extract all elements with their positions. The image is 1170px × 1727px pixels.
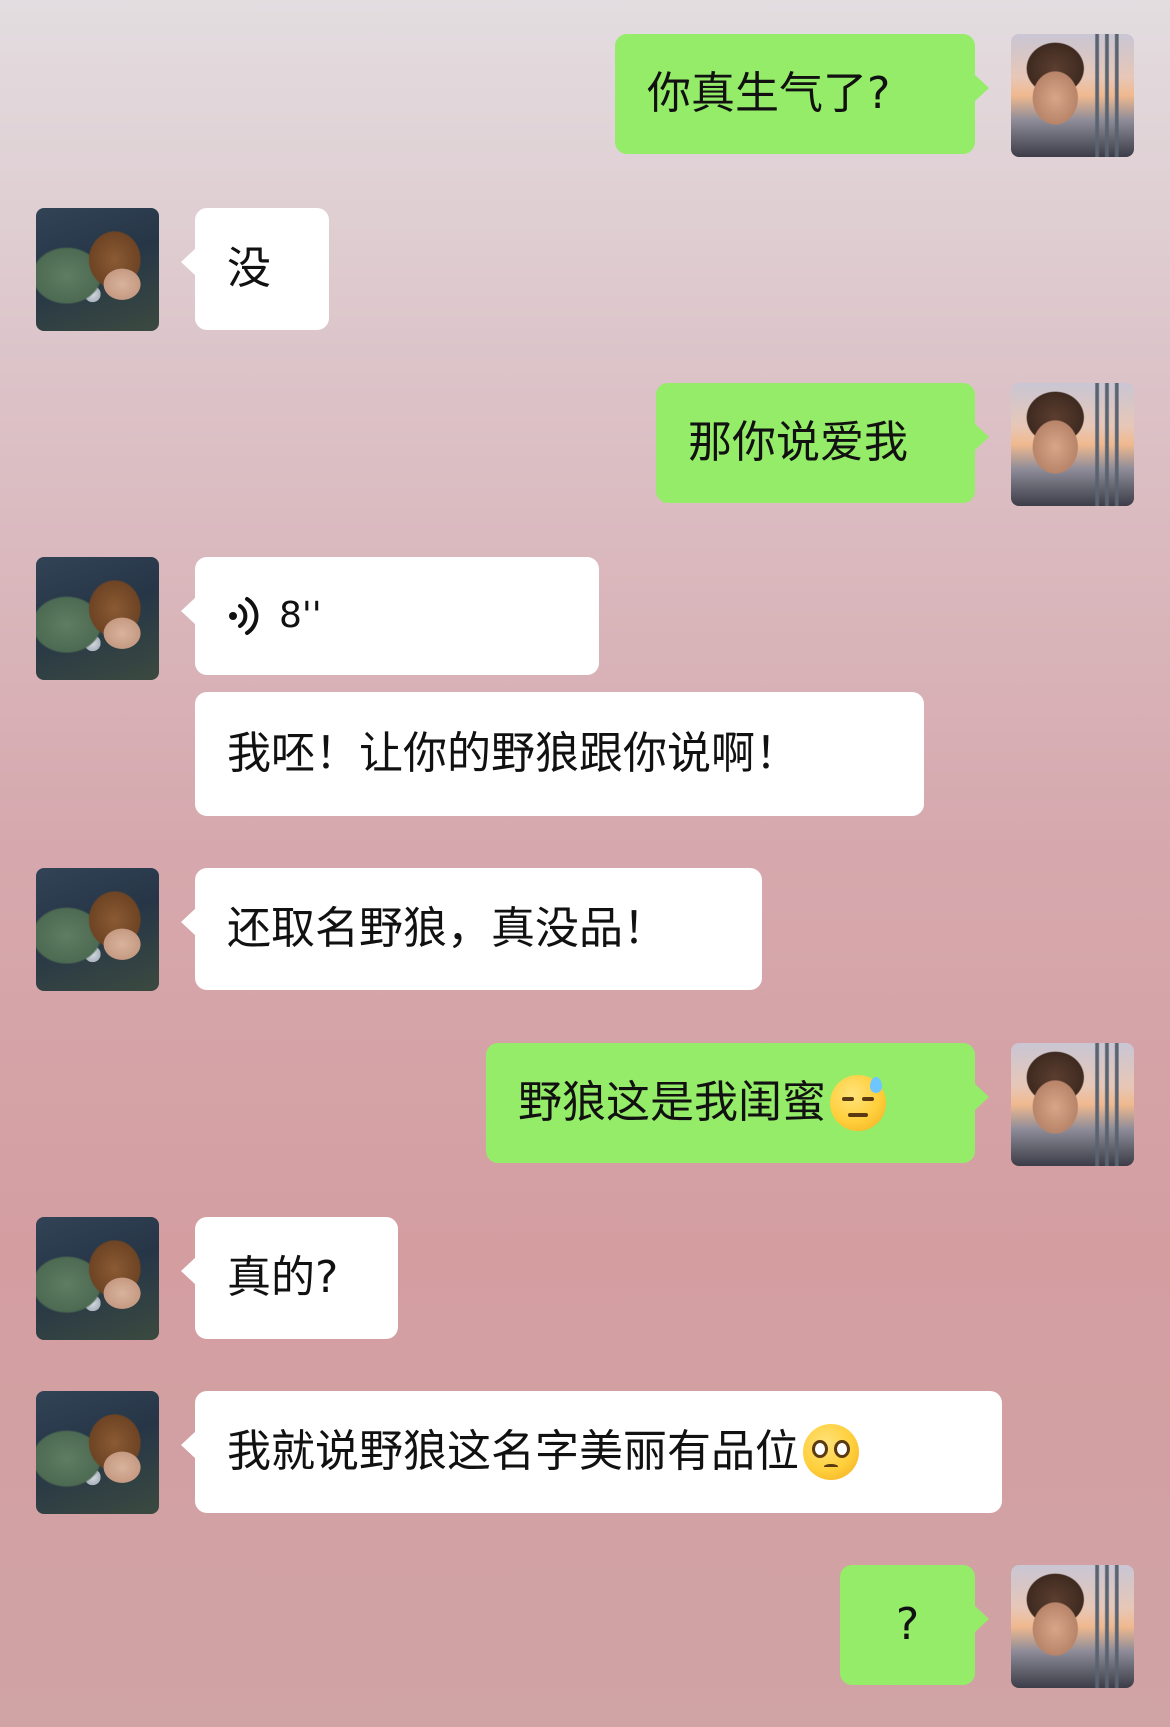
- voice-wave-icon: [227, 596, 261, 636]
- contact-avatar[interactable]: [36, 208, 159, 331]
- voice-duration: 8'': [279, 595, 322, 637]
- contact-avatar[interactable]: [36, 557, 159, 680]
- contact-avatar[interactable]: [36, 1217, 159, 1340]
- message-text: ?: [895, 1598, 920, 1650]
- message-bubble-incoming[interactable]: 没: [181, 208, 329, 330]
- pleading-face-icon: [803, 1424, 859, 1480]
- message-bubble-outgoing[interactable]: 你真生气了?: [615, 34, 989, 154]
- message-bubble-incoming[interactable]: 我呸！让你的野狼跟你说啊！: [195, 692, 924, 816]
- message-text: 野狼这是我闺蜜: [518, 1076, 826, 1128]
- message-bubble-outgoing[interactable]: 那你说爱我: [656, 383, 989, 503]
- message-bubble-outgoing[interactable]: 野狼这是我闺蜜: [486, 1043, 989, 1163]
- my-avatar[interactable]: [1011, 383, 1134, 506]
- message-text: 那你说爱我: [688, 416, 908, 468]
- message-text: 还取名野狼，真没品！: [227, 902, 667, 954]
- message-bubble-incoming[interactable]: 我就说野狼这名字美丽有品位: [181, 1391, 1002, 1513]
- message-bubble-incoming[interactable]: 还取名野狼，真没品！: [181, 868, 762, 990]
- message-text: 没: [227, 242, 271, 294]
- voice-message-bubble[interactable]: 8'': [181, 557, 599, 675]
- contact-avatar[interactable]: [36, 1391, 159, 1514]
- my-avatar[interactable]: [1011, 34, 1134, 157]
- message-text: 我就说野狼这名字美丽有品位: [227, 1425, 799, 1477]
- message-bubble-incoming[interactable]: 真的?: [181, 1217, 398, 1339]
- chat-view: 你真生气了? 没 那你说爱我 8'' 我呸！让你的野狼跟你说啊！ 还取名野狼，真…: [0, 0, 1170, 1727]
- my-avatar[interactable]: [1011, 1043, 1134, 1166]
- my-avatar[interactable]: [1011, 1565, 1134, 1688]
- downcast-sweat-face-icon: [830, 1075, 886, 1131]
- contact-avatar[interactable]: [36, 868, 159, 991]
- message-text: 真的?: [227, 1251, 339, 1303]
- message-bubble-outgoing[interactable]: ?: [840, 1565, 989, 1685]
- message-text: 你真生气了?: [647, 67, 891, 119]
- message-text: 我呸！让你的野狼跟你说啊！: [227, 727, 799, 779]
